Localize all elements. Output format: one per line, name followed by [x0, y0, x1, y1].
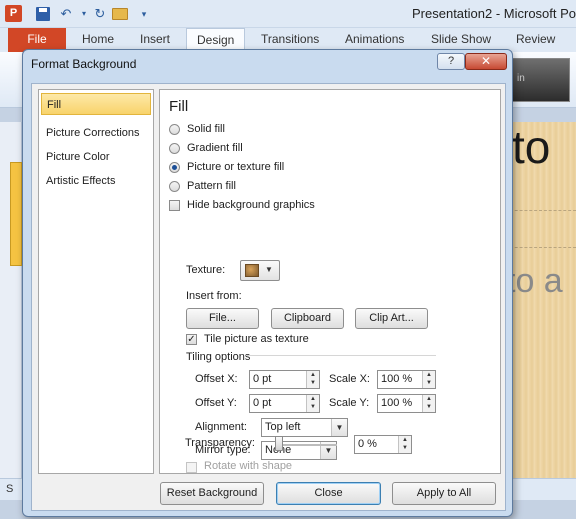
tile-picture-checkbox[interactable]: ✓: [186, 334, 197, 345]
rotate-with-shape-checkbox: [186, 462, 197, 473]
slide-canvas[interactable]: [505, 122, 576, 500]
pattern-fill-label[interactable]: Pattern fill: [187, 180, 236, 192]
nav-item-artistic-effects[interactable]: Artistic Effects: [41, 170, 151, 192]
spinner-arrows-icon[interactable]: ▲ ▼: [422, 371, 435, 388]
scale-y-label: Scale Y:: [329, 397, 370, 409]
scale-y-value[interactable]: 100 %: [381, 397, 412, 409]
offset-x-label: Offset X:: [195, 373, 238, 385]
window-title: Presentation2 - Microsoft Pow: [412, 6, 576, 21]
tab-insert[interactable]: Insert: [140, 32, 170, 46]
section-title: Fill: [169, 98, 189, 115]
spinner-arrows-icon[interactable]: ▲ ▼: [306, 395, 319, 412]
offset-y-value[interactable]: 0 pt: [253, 397, 271, 409]
insert-from-label: Insert from:: [186, 290, 242, 302]
gradient-fill-radio[interactable]: [169, 143, 180, 154]
slide-subtitle-text[interactable]: to a: [506, 262, 563, 301]
redo-icon[interactable]: ↻: [92, 6, 108, 22]
scale-x-spinner[interactable]: 100 % ▲ ▼: [377, 370, 436, 389]
dropdown-arrow-icon[interactable]: ▼: [331, 419, 347, 436]
customize-toolbar-icon[interactable]: ▾: [136, 6, 152, 22]
tab-transitions[interactable]: Transitions: [261, 32, 319, 46]
tab-animations[interactable]: Animations: [345, 32, 404, 46]
transparency-label: Transparency:: [185, 437, 255, 449]
open-folder-icon[interactable]: [112, 8, 128, 20]
dropdown-arrow-icon: ▼: [265, 265, 273, 274]
scale-x-label: Scale X:: [329, 373, 370, 385]
close-button[interactable]: Close: [276, 482, 381, 505]
status-text: S: [6, 483, 14, 495]
scale-y-spinner[interactable]: 100 % ▲ ▼: [377, 394, 436, 413]
hide-background-graphics-label[interactable]: Hide background graphics: [187, 199, 315, 211]
tiling-options-label: Tiling options: [186, 351, 251, 363]
solid-fill-label[interactable]: Solid fill: [187, 123, 225, 135]
texture-dropdown[interactable]: ▼: [240, 260, 280, 281]
transparency-value[interactable]: 0 %: [358, 438, 377, 450]
undo-dropdown-icon[interactable]: ▾: [76, 6, 92, 22]
slide-title-text[interactable]: to: [512, 120, 550, 174]
offset-y-spinner[interactable]: 0 pt ▲ ▼: [249, 394, 320, 413]
tile-picture-label[interactable]: Tile picture as texture: [204, 333, 309, 345]
insert-clipboard-button[interactable]: Clipboard: [271, 308, 344, 329]
insert-clip-art-button[interactable]: Clip Art...: [355, 308, 428, 329]
theme-thumbnail[interactable]: in: [510, 58, 570, 102]
placeholder-border: [505, 210, 576, 211]
alignment-value[interactable]: Top left: [265, 421, 300, 433]
picture-texture-fill-label[interactable]: Picture or texture fill: [187, 161, 284, 173]
app-titlebar: P ↶ ▾ ↻ ▾ Presentation2 - Microsoft Pow: [0, 0, 576, 28]
tiling-options-divider: [246, 355, 436, 356]
tab-review[interactable]: Review: [516, 32, 555, 46]
placeholder-border: [505, 247, 576, 248]
category-list: Fill Picture Corrections Picture Color A…: [38, 89, 154, 474]
apply-to-all-button[interactable]: Apply to All: [392, 482, 496, 505]
gradient-fill-label[interactable]: Gradient fill: [187, 142, 243, 154]
insert-file-button[interactable]: File...: [186, 308, 259, 329]
help-button[interactable]: ?: [437, 53, 465, 70]
nav-item-picture-corrections[interactable]: Picture Corrections: [41, 122, 151, 144]
hide-background-graphics-checkbox[interactable]: [169, 200, 180, 211]
nav-item-picture-color[interactable]: Picture Color: [41, 146, 151, 168]
powerpoint-logo-icon: P: [5, 5, 22, 22]
reset-background-button[interactable]: Reset Background: [160, 482, 264, 505]
pattern-fill-radio[interactable]: [169, 181, 180, 192]
scale-x-value[interactable]: 100 %: [381, 373, 412, 385]
picture-texture-fill-radio[interactable]: [169, 162, 180, 173]
dialog-close-button[interactable]: ✕: [465, 53, 507, 70]
spinner-arrows-icon[interactable]: ▲ ▼: [422, 395, 435, 412]
offset-y-label: Offset Y:: [195, 397, 237, 409]
transparency-slider-thumb[interactable]: [275, 436, 283, 451]
tab-slide-show[interactable]: Slide Show: [431, 32, 491, 46]
format-background-dialog: Format Background ? ✕ Fill Picture Corre…: [22, 49, 513, 517]
alignment-select[interactable]: Top left ▼: [261, 418, 348, 437]
slide-thumbnail[interactable]: [10, 162, 22, 266]
theme-thumbnail-text: in: [517, 73, 525, 84]
fill-panel: Fill Solid fill Gradient fill Picture or…: [159, 89, 501, 474]
save-icon[interactable]: [36, 7, 50, 21]
tab-home[interactable]: Home: [82, 32, 114, 46]
offset-x-spinner[interactable]: 0 pt ▲ ▼: [249, 370, 320, 389]
nav-item-fill[interactable]: Fill: [41, 93, 151, 115]
rotate-with-shape-label: Rotate with shape: [204, 460, 293, 472]
transparency-slider-track[interactable]: [275, 444, 337, 446]
texture-label: Texture:: [186, 264, 226, 276]
alignment-label: Alignment:: [195, 421, 247, 433]
transparency-spinner[interactable]: 0 % ▲ ▼: [354, 435, 412, 454]
texture-swatch-icon: [245, 264, 259, 277]
dialog-body: Fill Picture Corrections Picture Color A…: [31, 83, 506, 511]
undo-icon[interactable]: ↶: [58, 6, 74, 22]
solid-fill-radio[interactable]: [169, 124, 180, 135]
offset-x-value[interactable]: 0 pt: [253, 373, 271, 385]
dialog-title: Format Background: [31, 57, 137, 71]
spinner-arrows-icon[interactable]: ▲ ▼: [398, 436, 411, 453]
spinner-arrows-icon[interactable]: ▲ ▼: [306, 371, 319, 388]
